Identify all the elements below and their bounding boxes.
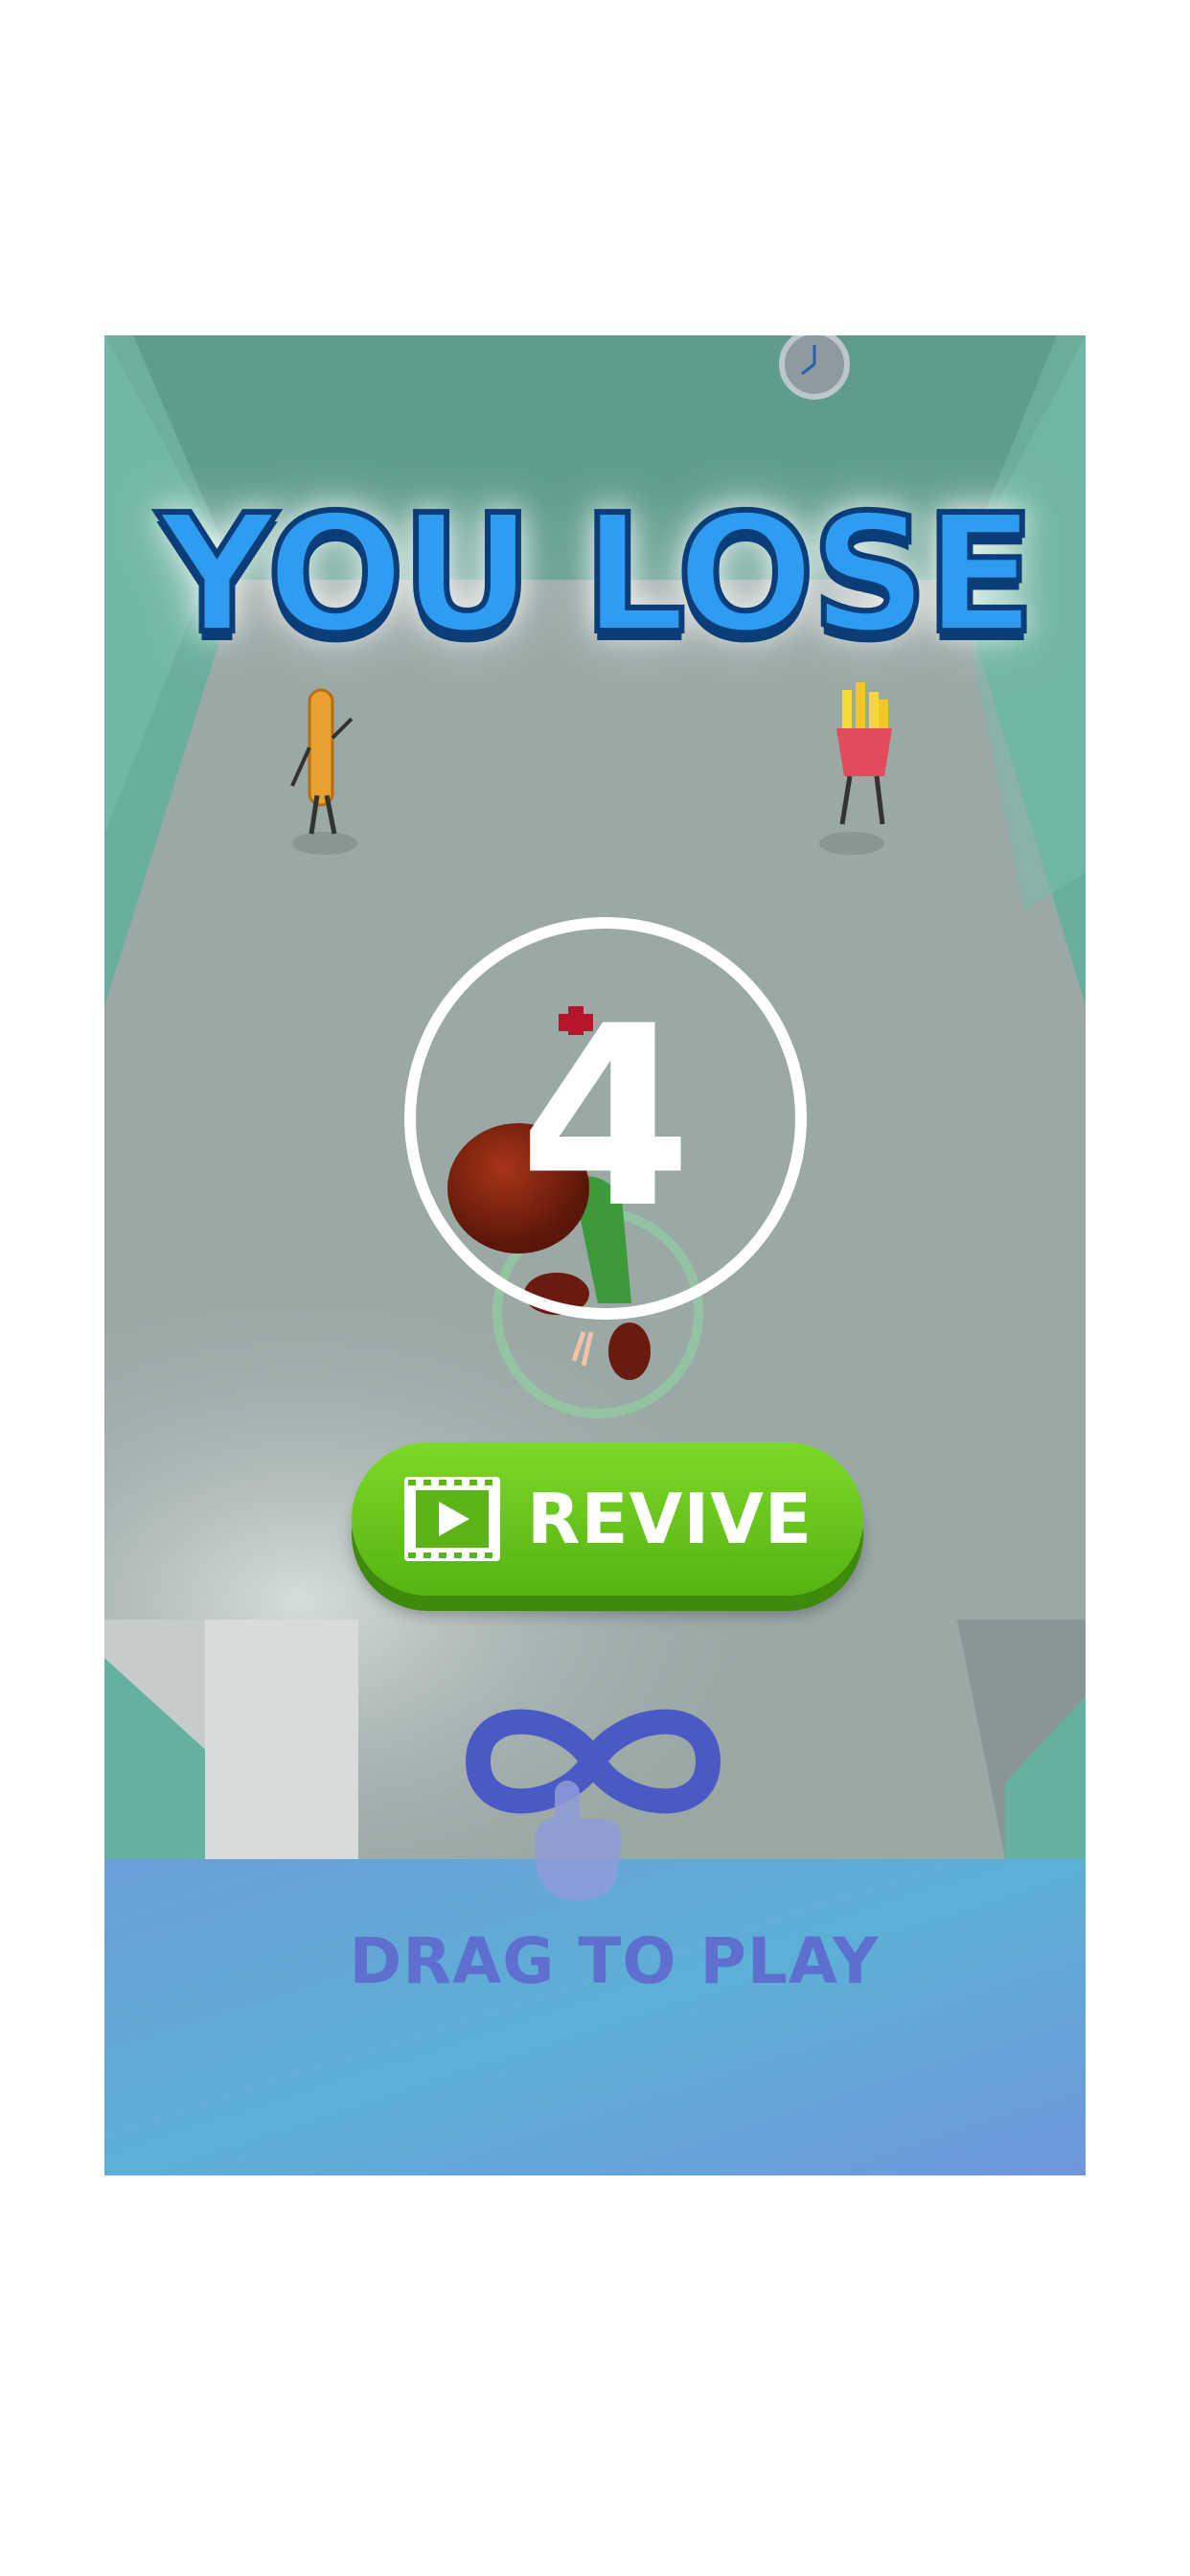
countdown-number: 4 [518,974,693,1263]
infinity-drag-gesture-icon [466,1709,721,1900]
control-panel [104,1859,1086,2175]
game-view[interactable]: YOU LOSE 4 REVIVE DRAG TO PLAY [104,335,1086,2175]
game-over-title: YOU LOSE [155,480,1039,670]
wall-clock-icon [779,335,850,400]
video-play-icon [403,1477,500,1561]
drag-to-play-label: DRAG TO PLAY [349,1924,880,1998]
screen: YOU LOSE 4 REVIVE DRAG TO PLAY [0,0,1190,2576]
revive-button[interactable]: REVIVE [352,1442,863,1596]
revive-label: REVIVE [526,1479,813,1559]
